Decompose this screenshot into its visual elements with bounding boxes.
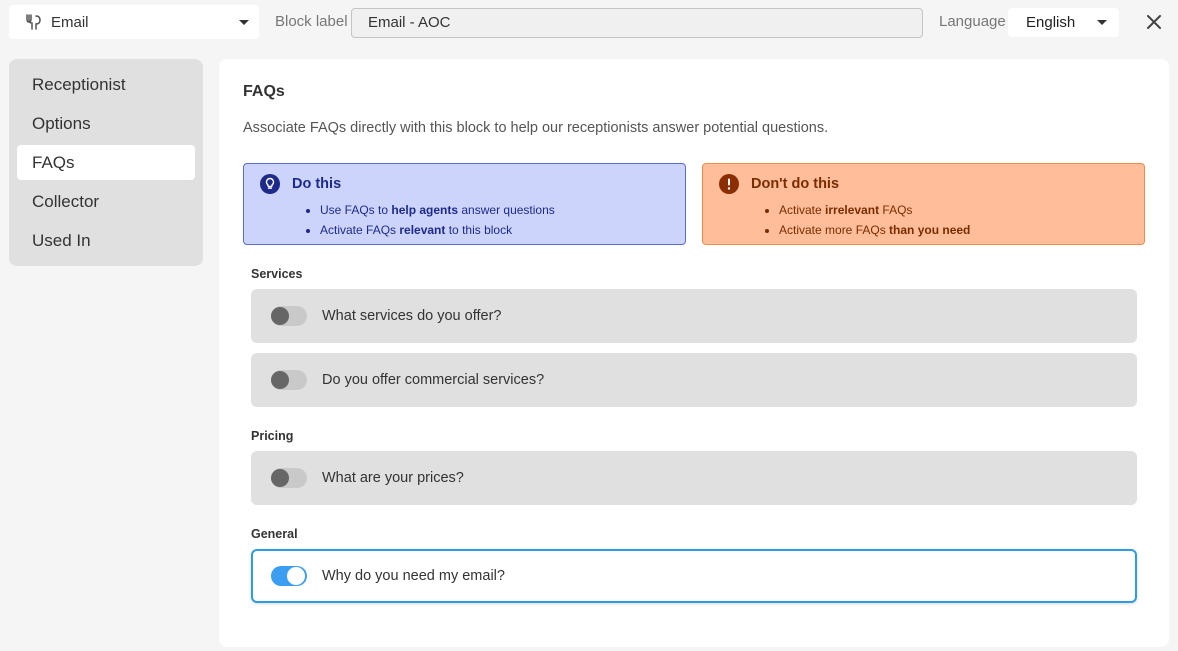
language-value: English bbox=[1026, 14, 1076, 31]
page-description: Associate FAQs directly with this block … bbox=[243, 120, 829, 136]
language-label: Language bbox=[939, 13, 1006, 30]
alert-icon bbox=[719, 174, 739, 194]
faq-row[interactable]: What are your prices? bbox=[251, 451, 1137, 505]
sidebar-item-faqs[interactable]: FAQs bbox=[17, 145, 195, 180]
tool-icon bbox=[25, 13, 43, 31]
block-type-select[interactable]: Email bbox=[9, 5, 259, 39]
faq-question: What are your prices? bbox=[322, 470, 464, 486]
language-select[interactable]: English bbox=[1008, 8, 1119, 37]
faq-toggle[interactable] bbox=[271, 306, 307, 326]
chevron-down-icon bbox=[1097, 20, 1107, 25]
sidebar: Receptionist Options FAQs Collector Used… bbox=[9, 59, 203, 266]
group-label-services: Services bbox=[251, 267, 303, 281]
chevron-down-icon bbox=[239, 19, 249, 25]
faqs-panel: FAQs Associate FAQs directly with this b… bbox=[219, 59, 1169, 647]
faq-row[interactable]: Why do you need my email? bbox=[251, 549, 1137, 603]
faq-question: Why do you need my email? bbox=[322, 568, 505, 584]
do-this-tip: Do this Use FAQs to help agents answer q… bbox=[243, 163, 686, 245]
faq-question: What services do you offer? bbox=[322, 308, 502, 324]
page-title: FAQs bbox=[243, 83, 285, 100]
faq-row[interactable]: Do you offer commercial services? bbox=[251, 353, 1137, 407]
close-icon bbox=[1147, 15, 1161, 29]
faq-toggle[interactable] bbox=[271, 566, 307, 586]
group-label-pricing: Pricing bbox=[251, 429, 294, 443]
top-bar: Email Block label Email - AOC Language E… bbox=[0, 0, 1178, 45]
sidebar-item-receptionist[interactable]: Receptionist bbox=[17, 67, 195, 102]
faq-toggle[interactable] bbox=[271, 468, 307, 488]
do-tip-item: Use FAQs to help agents answer questions bbox=[320, 200, 669, 220]
dont-tip-item: Activate more FAQs than you need bbox=[779, 220, 1128, 240]
faq-question: Do you offer commercial services? bbox=[322, 372, 545, 388]
block-label-label: Block label bbox=[275, 13, 348, 30]
sidebar-item-options[interactable]: Options bbox=[17, 106, 195, 141]
faq-toggle[interactable] bbox=[271, 370, 307, 390]
sidebar-item-collector[interactable]: Collector bbox=[17, 184, 195, 219]
do-tip-item: Activate FAQs relevant to this block bbox=[320, 220, 669, 240]
block-type-value: Email bbox=[51, 13, 89, 31]
group-label-general: General bbox=[251, 527, 298, 541]
dont-do-this-tip: Don't do this Activate irrelevant FAQs A… bbox=[702, 163, 1145, 245]
dont-do-this-title: Don't do this bbox=[751, 176, 840, 192]
sidebar-item-used-in[interactable]: Used In bbox=[17, 223, 195, 258]
close-button[interactable] bbox=[1143, 11, 1165, 33]
block-label-input[interactable]: Email - AOC bbox=[351, 8, 923, 38]
lightbulb-icon bbox=[260, 174, 280, 194]
do-this-title: Do this bbox=[292, 176, 342, 192]
dont-tip-item: Activate irrelevant FAQs bbox=[779, 200, 1128, 220]
faq-row[interactable]: What services do you offer? bbox=[251, 289, 1137, 343]
